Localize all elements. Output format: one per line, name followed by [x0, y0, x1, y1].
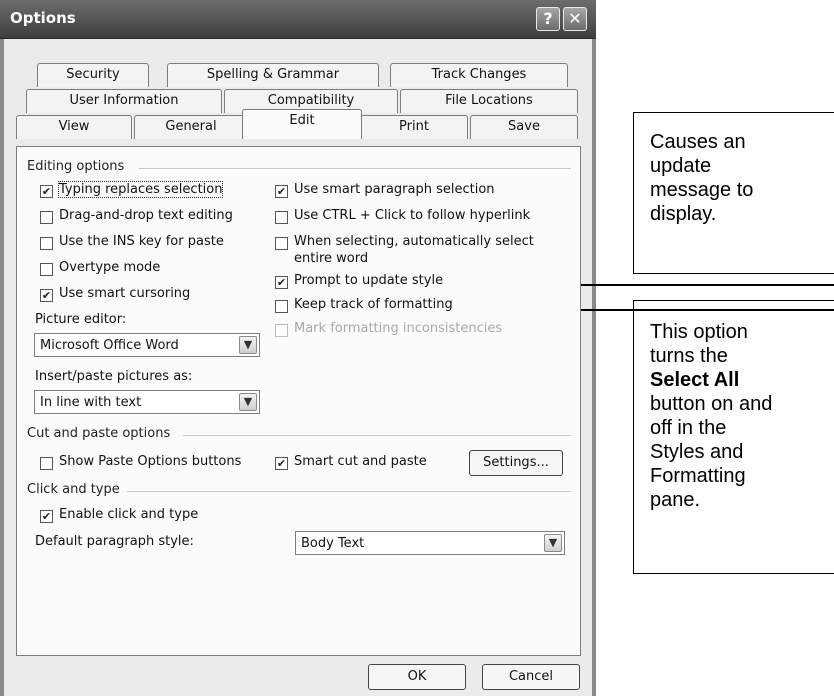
- typing-replaces-checkbox[interactable]: ✔: [40, 185, 53, 198]
- settings-button[interactable]: Settings...: [469, 450, 563, 476]
- cut-paste-heading: Cut and paste options: [27, 426, 171, 441]
- smart-cursoring-label: Use smart cursoring: [59, 286, 191, 301]
- section-divider: [139, 168, 571, 169]
- default-paragraph-style-value: Body Text: [301, 536, 365, 551]
- auto-select-label-line1: When selecting, automatically select: [294, 234, 534, 249]
- ctrl-click-text: Use CTRL + Click to follow: [294, 208, 470, 223]
- chevron-down-icon[interactable]: ▼: [239, 393, 257, 411]
- enable-click-type-checkbox[interactable]: ✔: [40, 510, 53, 523]
- picture-editor-value: Microsoft Office Word: [40, 338, 179, 353]
- auto-select-label-line2: entire word: [294, 251, 369, 266]
- overtype-label: Overtype mode: [59, 260, 161, 275]
- insert-paste-select[interactable]: In line with text ▼: [34, 390, 260, 414]
- ins-key-label: Use the INS key for paste: [59, 234, 224, 249]
- insert-paste-label: Insert/paste pictures as:: [35, 369, 193, 384]
- prompt-update-style-label: Prompt to update style: [294, 273, 444, 288]
- click-type-heading: Click and type: [27, 482, 120, 497]
- tab-edit[interactable]: Edit: [242, 109, 362, 139]
- chevron-down-icon[interactable]: ▼: [544, 534, 562, 552]
- smart-paragraph-label: Use smart paragraph selection: [294, 182, 495, 197]
- drag-drop-checkbox[interactable]: [40, 211, 53, 224]
- show-paste-options-label: Show Paste Options buttons: [59, 454, 242, 469]
- ctrl-click-checkbox[interactable]: [275, 211, 288, 224]
- picture-editor-label: Picture editor:: [35, 312, 127, 327]
- auto-select-word-checkbox[interactable]: [275, 237, 288, 250]
- hyperlink-text: hyperlink: [469, 208, 531, 223]
- ctrl-click-label: Use CTRL + Click to follow hyperlink: [294, 208, 530, 223]
- insert-paste-value: In line with text: [40, 395, 142, 410]
- section-divider: [183, 435, 571, 436]
- smart-cursoring-checkbox[interactable]: ✔: [40, 289, 53, 302]
- smart-cut-paste-checkbox[interactable]: ✔: [275, 457, 288, 470]
- smart-paragraph-checkbox[interactable]: ✔: [275, 185, 288, 198]
- mark-inconsistencies-label: Mark formatting inconsistencies: [294, 321, 503, 336]
- default-paragraph-style-select[interactable]: Body Text ▼: [295, 531, 565, 555]
- editing-options-heading: Editing options: [27, 159, 125, 174]
- mark-inconsistencies-checkbox: [275, 324, 288, 337]
- edit-tab-panel: Editing options ✔ Typing replaces select…: [16, 146, 581, 656]
- enable-click-type-label: Enable click and type: [59, 507, 199, 522]
- typing-replaces-label: Typing replaces selection: [57, 181, 224, 198]
- keep-track-formatting-label: Keep track of formatting: [294, 297, 453, 312]
- drag-drop-label: Drag-and-drop text editing: [59, 208, 233, 223]
- smart-cut-paste-label: Smart cut and paste: [294, 454, 427, 469]
- show-paste-options-checkbox[interactable]: [40, 457, 53, 470]
- chevron-down-icon[interactable]: ▼: [239, 336, 257, 354]
- default-paragraph-style-label: Default paragraph style:: [35, 534, 194, 549]
- overtype-checkbox[interactable]: [40, 263, 53, 276]
- prompt-update-style-checkbox[interactable]: ✔: [275, 276, 288, 289]
- keep-track-formatting-checkbox[interactable]: [275, 300, 288, 313]
- section-divider: [127, 491, 571, 492]
- picture-editor-select[interactable]: Microsoft Office Word ▼: [34, 333, 260, 357]
- ins-key-checkbox[interactable]: [40, 237, 53, 250]
